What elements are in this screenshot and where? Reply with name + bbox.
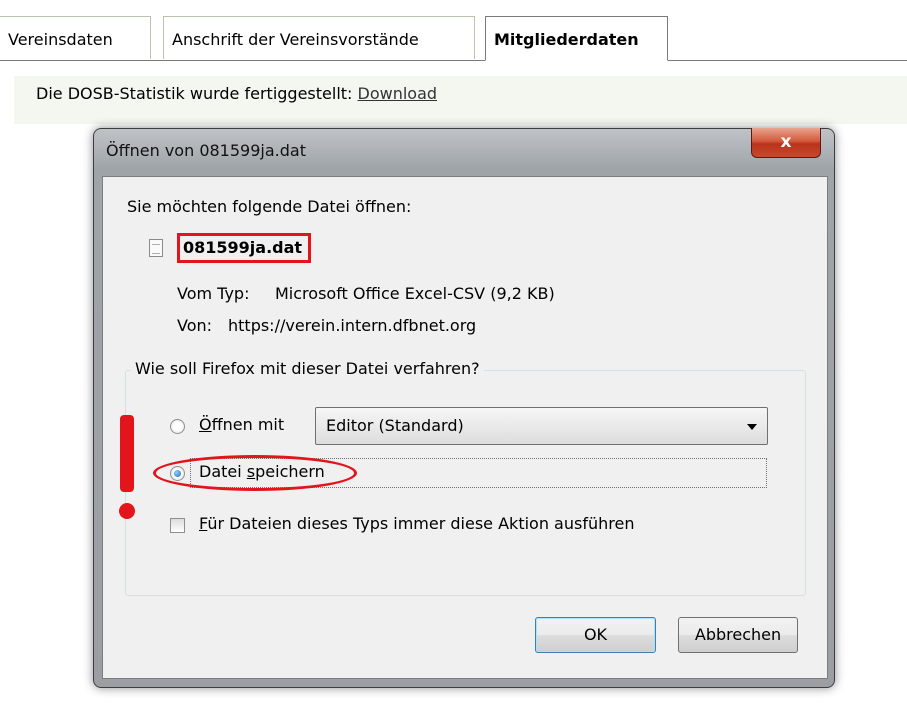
dialog-title: Öffnen von 081599ja.dat	[106, 141, 306, 160]
chevron-down-icon	[747, 424, 757, 430]
close-icon: x	[780, 132, 792, 152]
prompt-text: Sie möchten folgende Datei öffnen:	[127, 197, 412, 216]
close-button[interactable]: x	[751, 128, 821, 158]
type-value: Microsoft Office Excel-CSV (9,2 KB)	[275, 284, 555, 303]
type-label: Vom Typ:	[177, 284, 250, 303]
dialog-content: Sie möchten folgende Datei öffnen: 08159…	[102, 176, 828, 679]
exclamation-dot	[119, 503, 135, 519]
always-text: ür Dateien dieses Typs immer diese Aktio…	[207, 514, 635, 533]
open-with-label[interactable]: Öffnen mit	[199, 415, 284, 434]
application-select-value: Editor (Standard)	[326, 416, 464, 435]
tab-anschrift-vereinsvorstaende[interactable]: Anschrift der Vereinsvorstände	[163, 16, 475, 59]
always-do-this-checkbox[interactable]	[170, 518, 185, 533]
application-select[interactable]: Editor (Standard)	[315, 407, 768, 445]
tab-bar: Vereinsdaten Anschrift der Vereinsvorstä…	[0, 16, 907, 61]
tab-mitgliederdaten[interactable]: Mitgliederdaten	[485, 16, 668, 61]
file-icon	[149, 239, 163, 257]
annotation-ellipse	[153, 455, 357, 491]
action-group-title: Wie soll Firefox mit dieser Datei verfah…	[131, 359, 484, 378]
open-file-dialog: Öffnen von 081599ja.dat x Sie möchten fo…	[93, 128, 835, 688]
ok-button[interactable]: OK	[535, 617, 656, 653]
open-with-radio[interactable]	[170, 419, 185, 434]
download-link[interactable]: Download	[358, 84, 438, 103]
notice-message: Die DOSB-Statistik wurde fertiggestellt:	[36, 84, 358, 103]
always-do-this-label[interactable]: Für Dateien dieses Typs immer diese Akti…	[199, 514, 634, 533]
filename: 081599ja.dat	[177, 233, 311, 263]
from-value: https://verein.intern.dfbnet.org	[228, 316, 477, 335]
notice-text: Die DOSB-Statistik wurde fertiggestellt:…	[36, 84, 437, 103]
cancel-button[interactable]: Abbrechen	[678, 617, 798, 653]
from-label: Von:	[177, 316, 213, 335]
notice-bar: Die DOSB-Statistik wurde fertiggestellt:…	[14, 76, 907, 124]
open-with-mnemonic: Ö	[199, 415, 212, 434]
exclamation-bar	[120, 415, 134, 492]
tab-vereinsdaten[interactable]: Vereinsdaten	[0, 16, 151, 59]
open-with-text: ffnen mit	[211, 415, 285, 434]
